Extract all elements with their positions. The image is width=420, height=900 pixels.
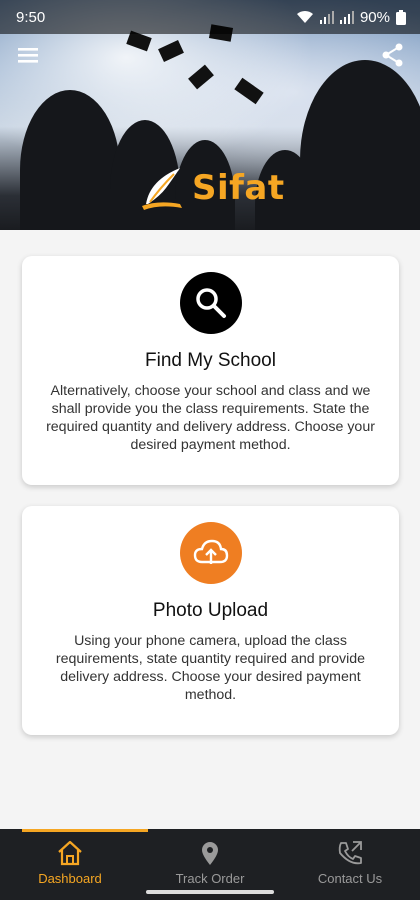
brand-name: Sifat [192,168,285,208]
location-pin-icon [202,842,218,865]
card-description: Alternatively, choose your school and cl… [46,383,375,453]
signal-icon [339,11,354,24]
nav-dashboard[interactable]: Dashboard [0,829,140,900]
system-gesture-bar[interactable] [146,890,274,894]
hero-banner: 9:50 90% Sifat [0,0,420,230]
battery-percent: 90% [359,8,390,26]
cloud-upload-icon [193,539,228,564]
hero-graduate-silhouette [20,90,120,230]
graduation-cap-icon [234,77,264,105]
hamburger-menu-icon [18,48,38,63]
graduation-cap-icon [188,64,214,90]
wifi-icon [296,10,313,23]
status-bar: 9:50 90% [0,0,420,34]
phone-icon [338,841,362,865]
hero-graduate-silhouette [300,60,420,230]
menu-button[interactable] [16,44,42,66]
graduation-cap-icon [158,40,184,62]
battery-icon [396,9,406,25]
share-icon [382,43,403,67]
find-my-school-card[interactable]: Find My School Alternatively, choose you… [22,256,399,485]
photo-upload-card[interactable]: Photo Upload Using your phone camera, up… [22,506,399,735]
status-time: 9:50 [16,8,46,26]
card-description: Using your phone camera, upload the clas… [55,633,366,703]
quill-book-icon [142,168,182,210]
nav-contact-us[interactable]: Contact Us [280,829,420,900]
home-icon [58,840,82,866]
find-school-icon-circle [179,272,242,334]
nav-label: Dashboard [38,871,102,886]
share-button[interactable] [380,42,406,68]
active-tab-indicator [22,829,148,832]
card-title: Find My School [145,350,276,371]
photo-upload-icon-circle [179,522,242,584]
nav-label: Contact Us [317,871,383,886]
brand-logo: Sifat [136,162,285,214]
card-title: Photo Upload [152,600,269,621]
search-icon [195,288,226,318]
signal-icon [319,11,334,24]
status-icons: 90% [296,9,406,26]
nav-label: Track Order [175,871,245,886]
